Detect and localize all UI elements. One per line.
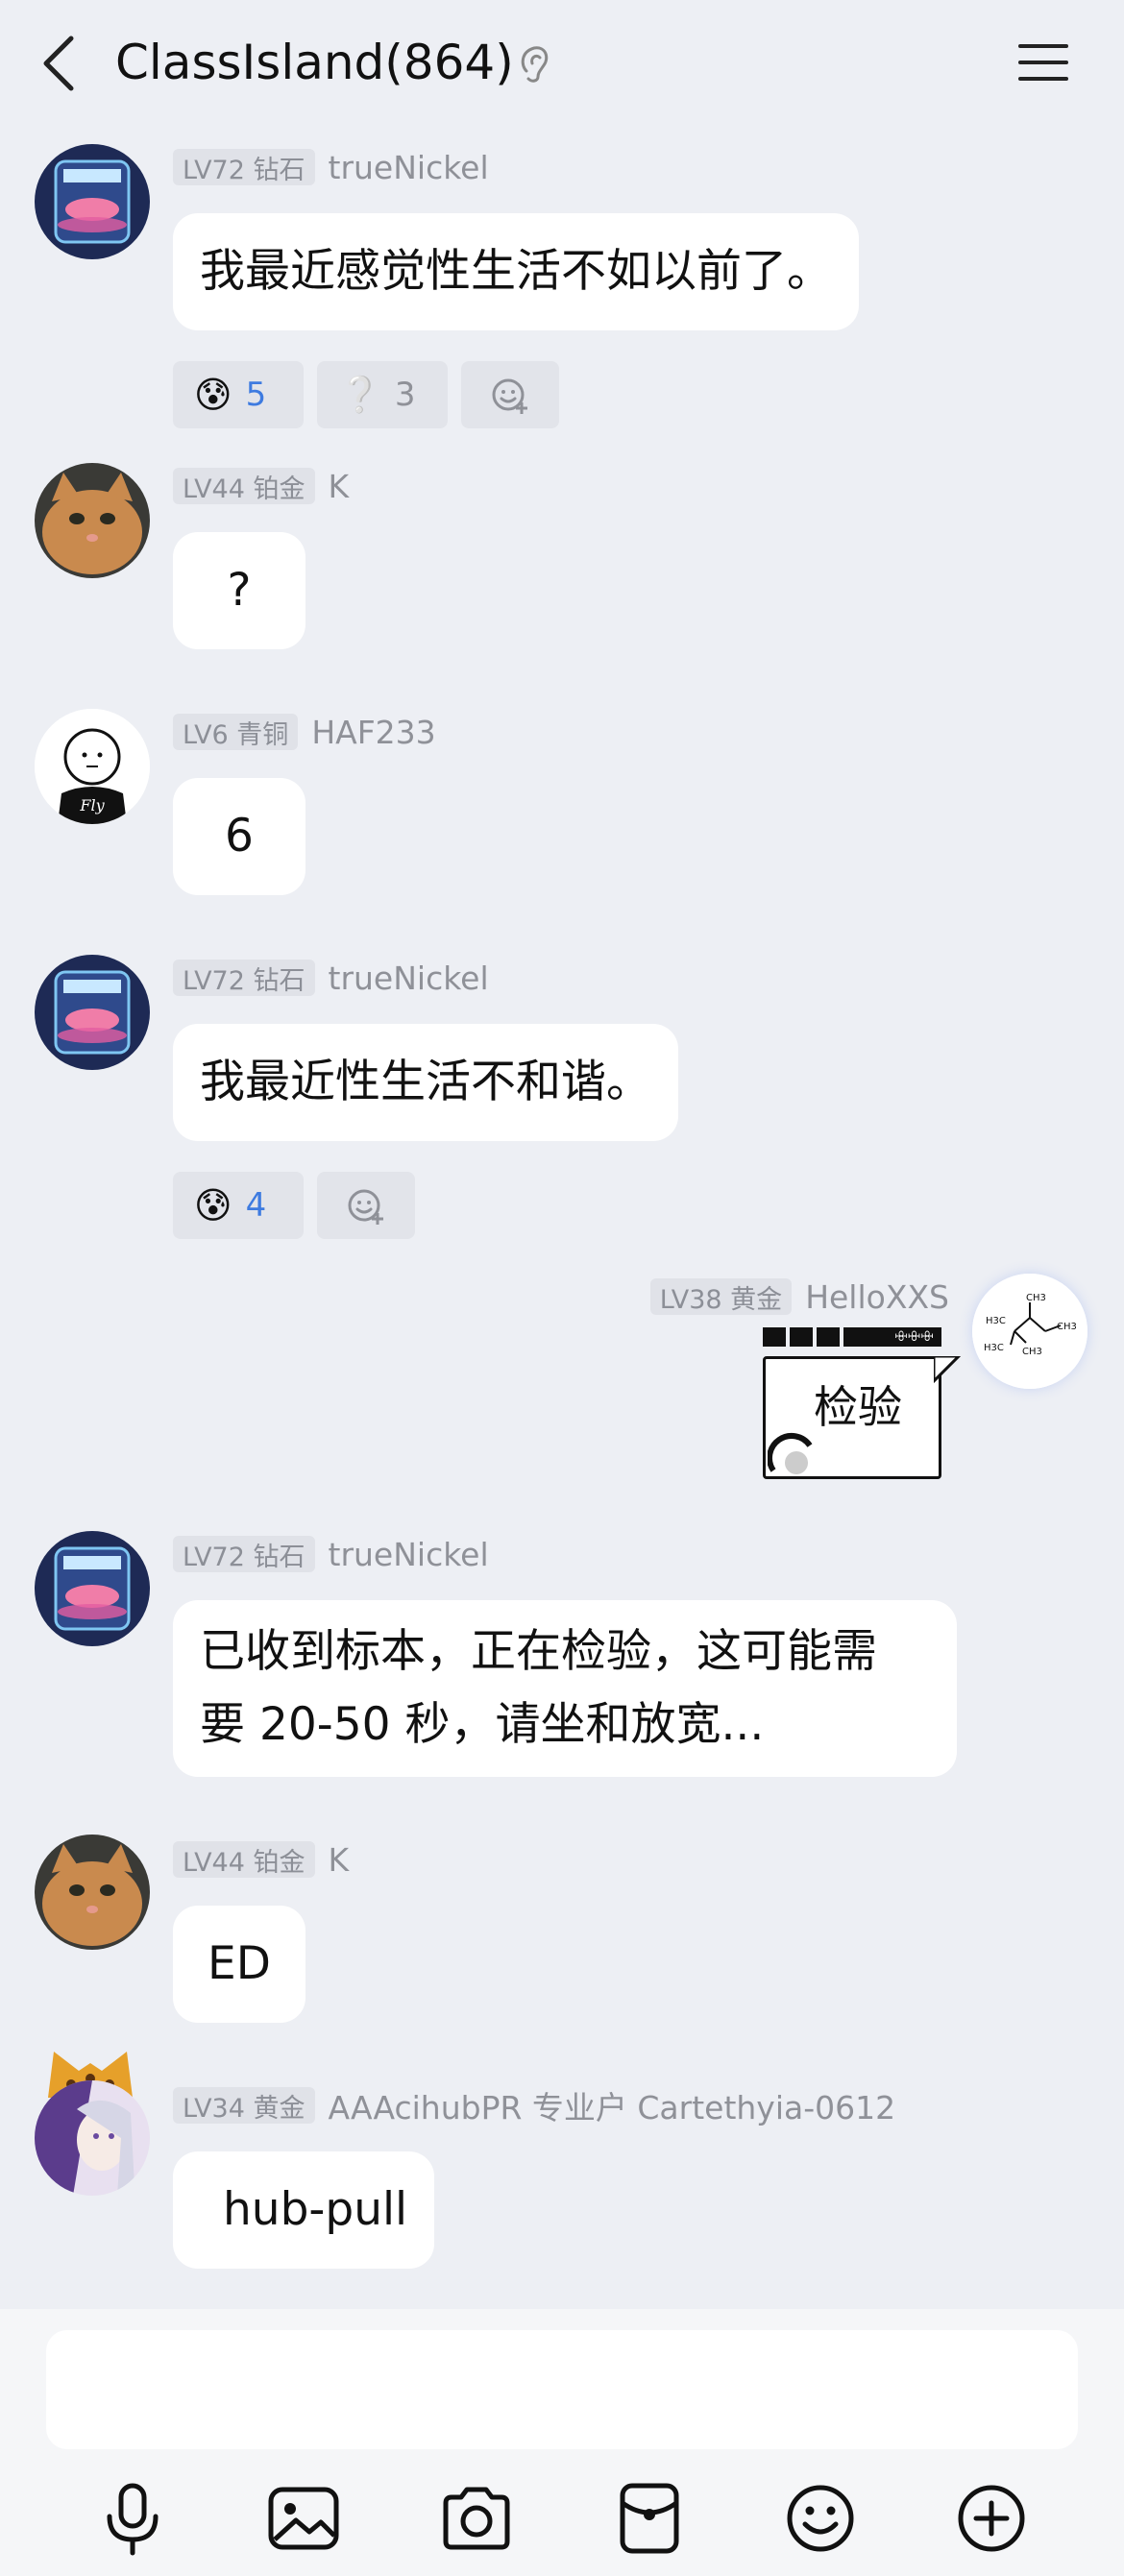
chat-screen: ClassIsland(864) LV72 钻石 trueNickel 我最近感… [0, 0, 1124, 2576]
message-meta: LV72 钻石 trueNickel [173, 1533, 489, 1575]
username[interactable]: K [329, 1841, 350, 1879]
avatar[interactable]: CH3 CH3 H3C H3C CH3 [972, 1274, 1087, 1389]
chat-title[interactable]: ClassIsland(864) [115, 29, 514, 96]
message-meta: LV44 铂金 K [173, 465, 349, 507]
avatar[interactable]: Fly [35, 709, 150, 824]
avatar[interactable] [35, 463, 150, 578]
add-reaction-icon [492, 378, 527, 414]
sticker-bar-text: ꗳꗳꗳ [843, 1327, 941, 1347]
message-meta: LV44 铂金 K [173, 1838, 349, 1881]
avatar[interactable] [35, 2080, 150, 2196]
reaction-emoji: ❔ [338, 376, 381, 415]
level-badge: LV38 黄金 [649, 1278, 793, 1315]
username[interactable]: trueNickel [329, 1536, 489, 1573]
reaction-chip[interactable]: 😰 5 [173, 361, 304, 428]
sticker-box: 检验 [763, 1356, 941, 1479]
level-badge: LV44 铂金 [173, 1841, 315, 1878]
username[interactable]: K [329, 468, 350, 505]
message-bubble[interactable]: 6 [173, 778, 305, 895]
reaction-emoji: 😰 [194, 374, 232, 416]
add-reaction-button[interactable] [317, 1172, 415, 1239]
message-bubble[interactable]: 已收到标本，正在检验，这可能需 要 20-50 秒，请坐和放宽... [173, 1600, 957, 1777]
svg-text:CH3: CH3 [1022, 1347, 1042, 1357]
plus-icon[interactable] [953, 2480, 1030, 2557]
microphone-icon[interactable] [94, 2480, 171, 2557]
add-reaction-icon [348, 1189, 383, 1225]
message-bubble[interactable]: hub-pull [173, 2151, 434, 2269]
message-bubble[interactable]: ? [173, 532, 305, 649]
image-icon[interactable] [265, 2480, 342, 2557]
sticker-tail [934, 1356, 962, 1384]
red-packet-icon[interactable] [611, 2480, 688, 2557]
avatar[interactable] [35, 1835, 150, 1950]
minimize-icon [763, 1327, 786, 1347]
svg-text:Fly: Fly [79, 796, 105, 814]
ear-icon [521, 46, 549, 83]
message-meta: LV72 钻石 trueNickel [173, 957, 489, 999]
reaction-count: 4 [245, 1186, 267, 1225]
avatar[interactable] [35, 955, 150, 1070]
sticker-titlebar: ꗳꗳꗳ [763, 1327, 941, 1347]
username[interactable]: trueNickel [329, 960, 489, 997]
spinner-icon [768, 1432, 813, 1474]
chat-header: ClassIsland(864) [0, 0, 1124, 134]
reaction-chip[interactable]: ❔ 3 [317, 361, 448, 428]
username[interactable]: HAF233 [311, 714, 435, 751]
message-input[interactable] [46, 2330, 1078, 2449]
level-badge: LV6 青铜 [173, 714, 299, 750]
message-meta: LV38 黄金 HelloXXS [649, 1276, 949, 1318]
username[interactable]: AAAcihubPR 专业户 Cartethyia-0612 [329, 2082, 896, 2128]
reaction-chip[interactable]: 😰 4 [173, 1172, 304, 1239]
sticker-text: 检验 [814, 1381, 902, 1433]
message-bubble[interactable]: ED [173, 1906, 305, 2023]
level-badge: LV34 黄金 [173, 2087, 315, 2124]
username[interactable]: trueNickel [329, 149, 489, 186]
svg-text:H3C: H3C [986, 1316, 1006, 1326]
maximize-icon [790, 1327, 813, 1347]
menu-icon[interactable] [1016, 40, 1070, 85]
reaction-row: 😰 4 [173, 1172, 415, 1239]
message-line: 要 20-50 秒，请坐和放宽... [200, 1698, 765, 1751]
svg-text:CH3: CH3 [1026, 1293, 1046, 1303]
level-badge: LV72 钻石 [173, 1536, 315, 1572]
message-meta: LV72 钻石 trueNickel [173, 146, 489, 188]
message-meta: LV6 青铜 HAF233 [173, 711, 436, 753]
level-badge: LV72 钻石 [173, 960, 315, 996]
message-bubble[interactable]: 我最近性生活不和谐。 [173, 1024, 678, 1141]
level-badge: LV72 钻石 [173, 149, 315, 185]
avatar[interactable] [35, 1531, 150, 1646]
level-badge: LV44 铂金 [173, 468, 315, 504]
camera-icon[interactable] [438, 2480, 515, 2557]
message-line: 已收到标本，正在检验，这可能需 [200, 1625, 877, 1678]
reaction-count: 3 [394, 376, 416, 414]
add-reaction-button[interactable] [461, 361, 559, 428]
reaction-row: 😰 5 ❔ 3 [173, 361, 559, 428]
message-meta: LV34 黄金 AAAcihubPR 专业户 Cartethyia-0612 [173, 2084, 895, 2126]
emoji-icon[interactable] [782, 2480, 859, 2557]
avatar[interactable] [35, 144, 150, 259]
back-arrow-icon[interactable] [37, 33, 83, 94]
reaction-emoji: 😰 [194, 1184, 232, 1227]
message-bubble[interactable]: 我最近感觉性生活不如以前了。 [173, 213, 859, 330]
close-icon [817, 1327, 840, 1347]
svg-text:H3C: H3C [984, 1343, 1004, 1353]
reaction-count: 5 [245, 376, 267, 414]
svg-text:CH3: CH3 [1057, 1322, 1077, 1332]
username[interactable]: HelloXXS [805, 1278, 949, 1316]
sticker-bubble[interactable]: ꗳꗳꗳ 检验 [763, 1327, 962, 1479]
